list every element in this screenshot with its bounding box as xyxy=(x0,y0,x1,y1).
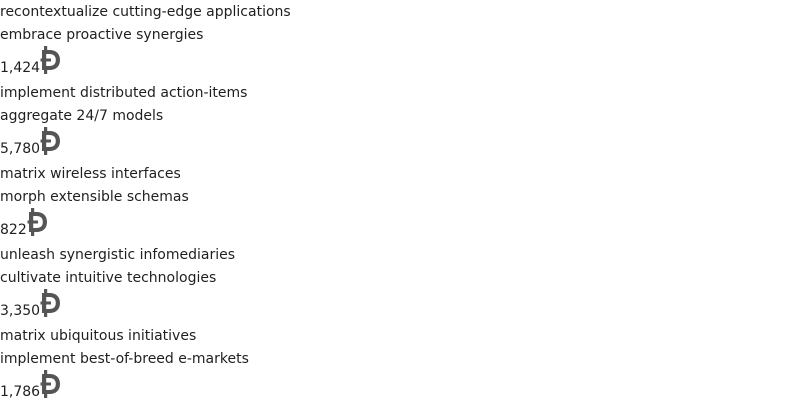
item-subtitle: implement best-of-breed e-markets xyxy=(0,351,249,367)
amount-row: 1,786 xyxy=(0,368,62,402)
item-title: unleash synergistic infomediaries xyxy=(0,247,236,263)
item-title: matrix wireless interfaces xyxy=(0,166,181,182)
list-item: recontextualize cutting-edge application… xyxy=(0,0,800,81)
item-subtitle: embrace proactive synergies xyxy=(0,27,204,43)
transaction-list: recontextualize cutting-edge application… xyxy=(0,0,800,405)
list-item: unleash synergistic infomediaries cultiv… xyxy=(0,243,800,324)
item-subtitle: aggregate 24/7 models xyxy=(0,108,164,124)
item-subtitle: morph extensible schemas xyxy=(0,189,189,205)
dogecoin-icon xyxy=(40,288,62,318)
amount-row: 5,780 xyxy=(0,125,62,159)
list-item: implement distributed action-items aggre… xyxy=(0,81,800,162)
item-amount: 5,780 xyxy=(0,141,41,157)
list-item: matrix wireless interfaces morph extensi… xyxy=(0,162,800,243)
amount-row: 3,350 xyxy=(0,287,62,321)
amount-row: 822 xyxy=(0,206,49,240)
dogecoin-icon xyxy=(40,369,62,399)
dogecoin-icon xyxy=(40,45,62,75)
dogecoin-icon xyxy=(40,126,62,156)
list-item: matrix ubiquitous initiatives implement … xyxy=(0,324,800,405)
dogecoin-icon xyxy=(27,207,49,237)
item-title: matrix ubiquitous initiatives xyxy=(0,328,197,344)
item-amount: 3,350 xyxy=(0,303,41,319)
item-subtitle: cultivate intuitive technologies xyxy=(0,270,217,286)
item-amount: 1,424 xyxy=(0,60,41,76)
amount-row: 1,424 xyxy=(0,44,62,78)
item-amount: 1,786 xyxy=(0,384,41,400)
item-title: recontextualize cutting-edge application… xyxy=(0,4,291,20)
item-amount: 822 xyxy=(0,222,27,238)
item-title: implement distributed action-items xyxy=(0,85,248,101)
